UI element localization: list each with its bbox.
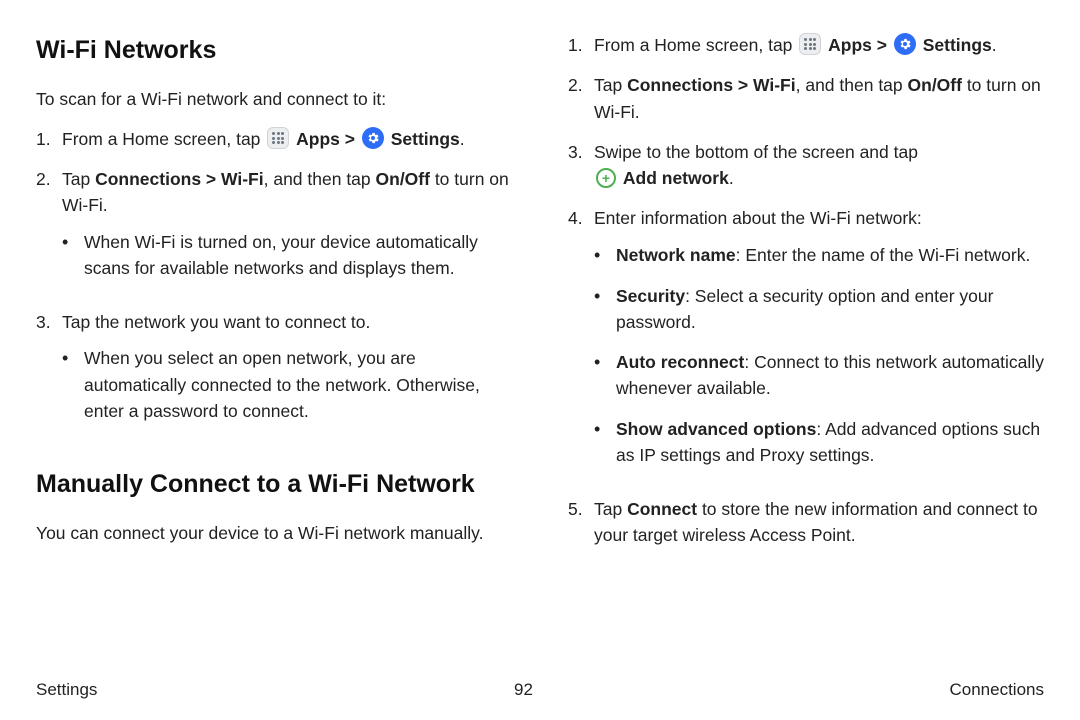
bullet-security: Security: Select a security option and e… xyxy=(594,283,1044,336)
left-column: Wi-Fi Networks To scan for a Wi-Fi netwo… xyxy=(36,32,512,662)
left-step-1: 1. From a Home screen, tap Apps > Settin… xyxy=(36,126,512,152)
chevron: > xyxy=(877,35,892,55)
apps-icon xyxy=(267,127,289,149)
settings-label: Settings xyxy=(391,129,460,149)
apps-label: Apps xyxy=(296,129,340,149)
left-step-2-sub: When Wi-Fi is turned on, your device aut… xyxy=(62,229,512,282)
right-step-4: 4. Enter information about the Wi-Fi net… xyxy=(568,205,1044,482)
bullet-auto-reconnect: Auto reconnect: Connect to this network … xyxy=(594,349,1044,402)
left-step-2: 2. Tap Connections > Wi-Fi, and then tap… xyxy=(36,166,512,295)
footer-right: Connections xyxy=(949,680,1044,700)
page-footer: Settings 92 Connections xyxy=(36,662,1044,700)
right-step-3: 3. Swipe to the bottom of the screen and… xyxy=(568,139,1044,192)
right-step-5: 5. Tap Connect to store the new informat… xyxy=(568,496,1044,549)
settings-icon xyxy=(894,33,916,55)
heading-wifi-networks: Wi-Fi Networks xyxy=(36,32,512,70)
right-step-2: 2. Tap Connections > Wi-Fi, and then tap… xyxy=(568,72,1044,125)
add-network-label: Add network xyxy=(623,168,729,188)
bullet-network-name: Network name: Enter the name of the Wi-F… xyxy=(594,242,1044,269)
chevron: > xyxy=(345,129,360,149)
add-icon: + xyxy=(596,168,616,188)
bullet-advanced-options: Show advanced options: Add advanced opti… xyxy=(594,416,1044,469)
intro2-text: You can connect your device to a Wi-Fi n… xyxy=(36,520,512,546)
intro-text: To scan for a Wi-Fi network and connect … xyxy=(36,86,512,112)
footer-left: Settings xyxy=(36,680,97,700)
settings-label: Settings xyxy=(923,35,992,55)
footer-page-number: 92 xyxy=(514,680,533,700)
right-column: 1. From a Home screen, tap Apps > Settin… xyxy=(568,32,1044,662)
heading-manual-connect: Manually Connect to a Wi-Fi Network xyxy=(36,466,512,504)
left-step-3: 3. Tap the network you want to connect t… xyxy=(36,309,512,438)
left-step-3-sub: When you select an open network, you are… xyxy=(62,345,512,424)
step1-text: From a Home screen, tap xyxy=(62,129,265,149)
apps-label: Apps xyxy=(828,35,872,55)
apps-icon xyxy=(799,33,821,55)
settings-icon xyxy=(362,127,384,149)
right-step-1: 1. From a Home screen, tap Apps > Settin… xyxy=(568,32,1044,58)
